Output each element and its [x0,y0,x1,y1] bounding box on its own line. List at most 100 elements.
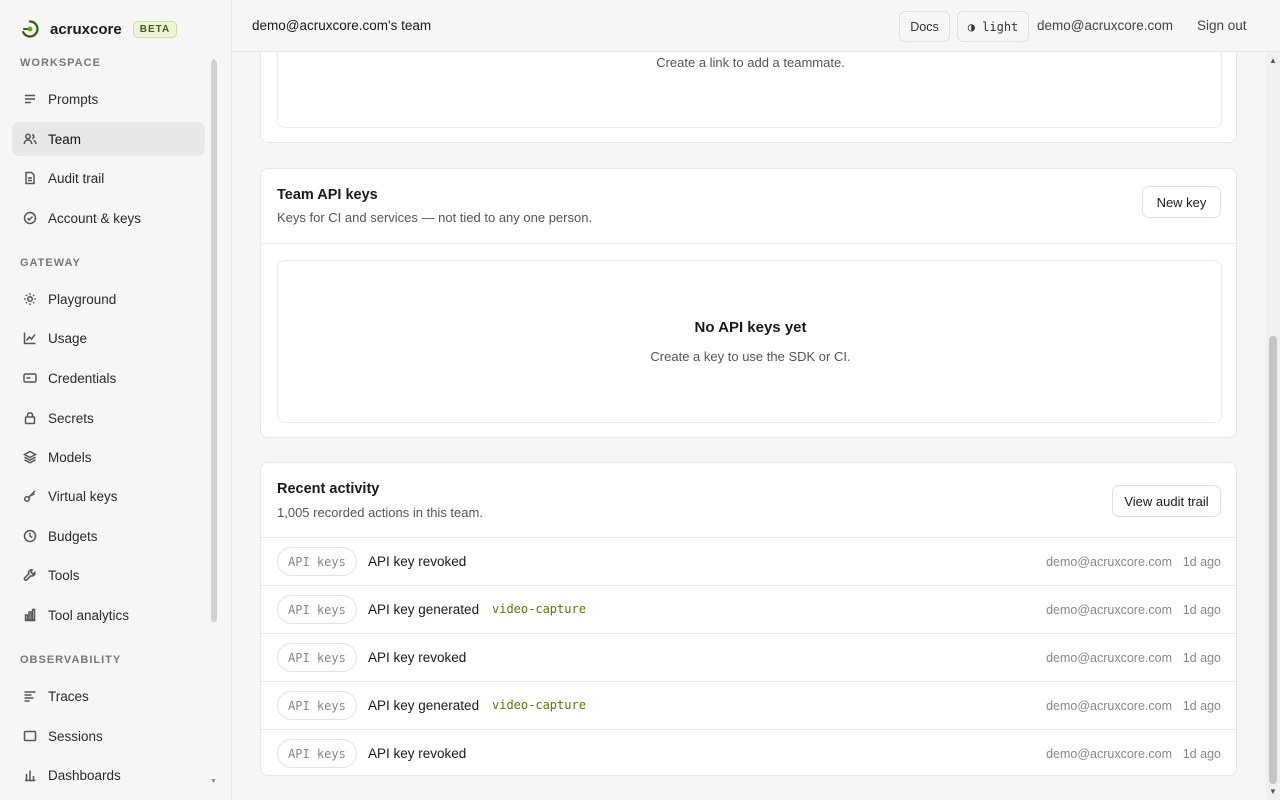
activity-row[interactable]: API keys API key generated video-capture… [261,585,1236,633]
sidebar-item-audit-trail[interactable]: Audit trail [12,161,205,195]
sidebar-item-sessions[interactable]: Sessions [12,719,205,753]
activity-action: API key revoked [368,554,467,569]
activity-time: 1d ago [1182,603,1221,617]
activity-row[interactable]: API keys API key generated video-capture… [261,681,1236,729]
scroll-down-arrow[interactable]: ▼ [1269,787,1277,796]
theme-toggle-button[interactable]: ◑ light [957,11,1029,42]
sidebar-item-playground[interactable]: Playground [12,282,205,316]
activity-action: API key revoked [368,650,467,665]
acruxcore-logo-icon [22,20,39,38]
sidebar-item-dashboards[interactable]: Dashboards [12,758,205,792]
top-header: demo@acruxcore.com's team Docs ◑ light d… [232,0,1280,52]
main-scrollbar[interactable]: ▲ ▼ [1266,52,1280,800]
check-circle-icon [22,210,38,226]
sidebar-item-label: Budgets [48,528,98,544]
activity-action: API key generated [368,698,480,713]
team-name: demo@acruxcore.com's team [252,18,432,33]
activity-key-name: video-capture [492,602,586,616]
recent-activity-card: Recent activity 1,005 recorded actions i… [260,462,1237,776]
sidebar-scroll-down-arrow[interactable]: ▼ [210,778,217,785]
category-pill: API keys [277,691,357,720]
activity-actor: demo@acruxcore.com [1046,603,1172,617]
card-icon [22,370,38,386]
api-keys-empty-state: No API keys yet Create a key to use the … [277,260,1222,423]
activity-row[interactable]: API keys API key revoked demo@acruxcore.… [261,537,1236,585]
category-pill: API keys [277,595,357,624]
brand[interactable]: acruxcore BETA [20,16,178,42]
activity-row[interactable]: API keys API key revoked demo@acruxcore.… [261,729,1236,777]
sidebar-item-label: Sessions [48,728,103,744]
beta-badge: BETA [132,20,178,38]
sidebar-item-label: Credentials [48,370,117,386]
bar-chart-icon [22,607,38,623]
recent-activity-title: Recent activity [277,481,380,497]
list-icon [22,91,38,107]
users-icon [22,131,38,147]
api-keys-card: Team API keys Keys for CI and services —… [260,168,1237,438]
traces-icon [22,688,38,704]
sidebar-item-tool-analytics[interactable]: Tool analytics [12,598,205,632]
activity-action: API key revoked [368,746,467,761]
new-key-button[interactable]: New key [1142,186,1221,218]
activity-actor: demo@acruxcore.com [1046,747,1172,761]
sidebar-item-team[interactable]: Team [12,122,205,156]
activity-key-name: video-capture [492,698,586,712]
scroll-up-arrow[interactable]: ▲ [1269,56,1277,65]
invites-empty-state: Create a link to add a teammate. [277,52,1222,128]
sidebar-item-label: Usage [48,330,88,346]
sidebar-item-label: Traces [48,688,89,704]
view-audit-trail-button[interactable]: View audit trail [1112,485,1221,517]
sidebar-item-label: Virtual keys [48,488,118,504]
sidebar-item-label: Audit trail [48,170,105,186]
category-pill: API keys [277,547,357,576]
api-keys-title: Team API keys [277,187,378,203]
sidebar-item-virtual-keys[interactable]: Virtual keys [12,479,205,513]
sidebar-item-tools[interactable]: Tools [12,558,205,592]
activity-time: 1d ago [1182,747,1221,761]
sign-out-link[interactable]: Sign out [1197,18,1247,33]
sidebar-item-secrets[interactable]: Secrets [12,401,205,435]
user-email[interactable]: demo@acruxcore.com [1037,18,1173,33]
api-keys-empty-title: No API keys yet [694,319,807,336]
activity-time: 1d ago [1182,555,1221,569]
activity-actor: demo@acruxcore.com [1046,651,1172,665]
section-label-workspace: WORKSPACE [20,57,101,69]
invites-card: Create a link to add a teammate. [260,52,1237,143]
section-label-observability: OBSERVABILITY [20,654,122,666]
sidebar-item-models[interactable]: Models [12,440,205,474]
sidebar-item-label: Secrets [48,410,94,426]
activity-time: 1d ago [1182,651,1221,665]
wrench-icon [22,567,38,583]
clock-icon [22,528,38,544]
docs-button[interactable]: Docs [899,11,950,42]
sidebar-item-usage[interactable]: Usage [12,321,205,355]
sidebar-item-budgets[interactable]: Budgets [12,519,205,553]
divider [261,243,1236,244]
main-content: Create a link to add a teammate. Team AP… [232,52,1266,800]
activity-row[interactable]: API keys API key revoked demo@acruxcore.… [261,633,1236,681]
activity-actor: demo@acruxcore.com [1046,699,1172,713]
section-label-gateway: GATEWAY [20,257,81,269]
sidebar-item-label: Models [48,449,92,465]
line-chart-icon [22,330,38,346]
sidebar-item-prompts[interactable]: Prompts [12,82,205,116]
activity-action: API key generated [368,602,480,617]
key-icon [22,488,38,504]
layers-icon [22,449,38,465]
sidebar-item-account-keys[interactable]: Account & keys [12,201,205,235]
document-icon [22,170,38,186]
sidebar-nav: WORKSPACE Prompts Team Audit trail Accou… [0,52,232,800]
activity-time: 1d ago [1182,699,1221,713]
bar-chart-icon [22,767,38,783]
api-keys-empty-subtitle: Create a key to use the SDK or CI. [650,349,851,364]
main-scrollbar-thumb[interactable] [1269,336,1277,784]
category-pill: API keys [277,643,357,672]
sidebar-scrollbar[interactable] [211,60,217,622]
activity-actor: demo@acruxcore.com [1046,555,1172,569]
lock-icon [22,410,38,426]
recent-activity-subtitle: 1,005 recorded actions in this team. [277,505,483,520]
sidebar-item-label: Playground [48,291,117,307]
sidebar-item-credentials[interactable]: Credentials [12,361,205,395]
sidebar-item-traces[interactable]: Traces [12,679,205,713]
sun-icon [22,291,38,307]
